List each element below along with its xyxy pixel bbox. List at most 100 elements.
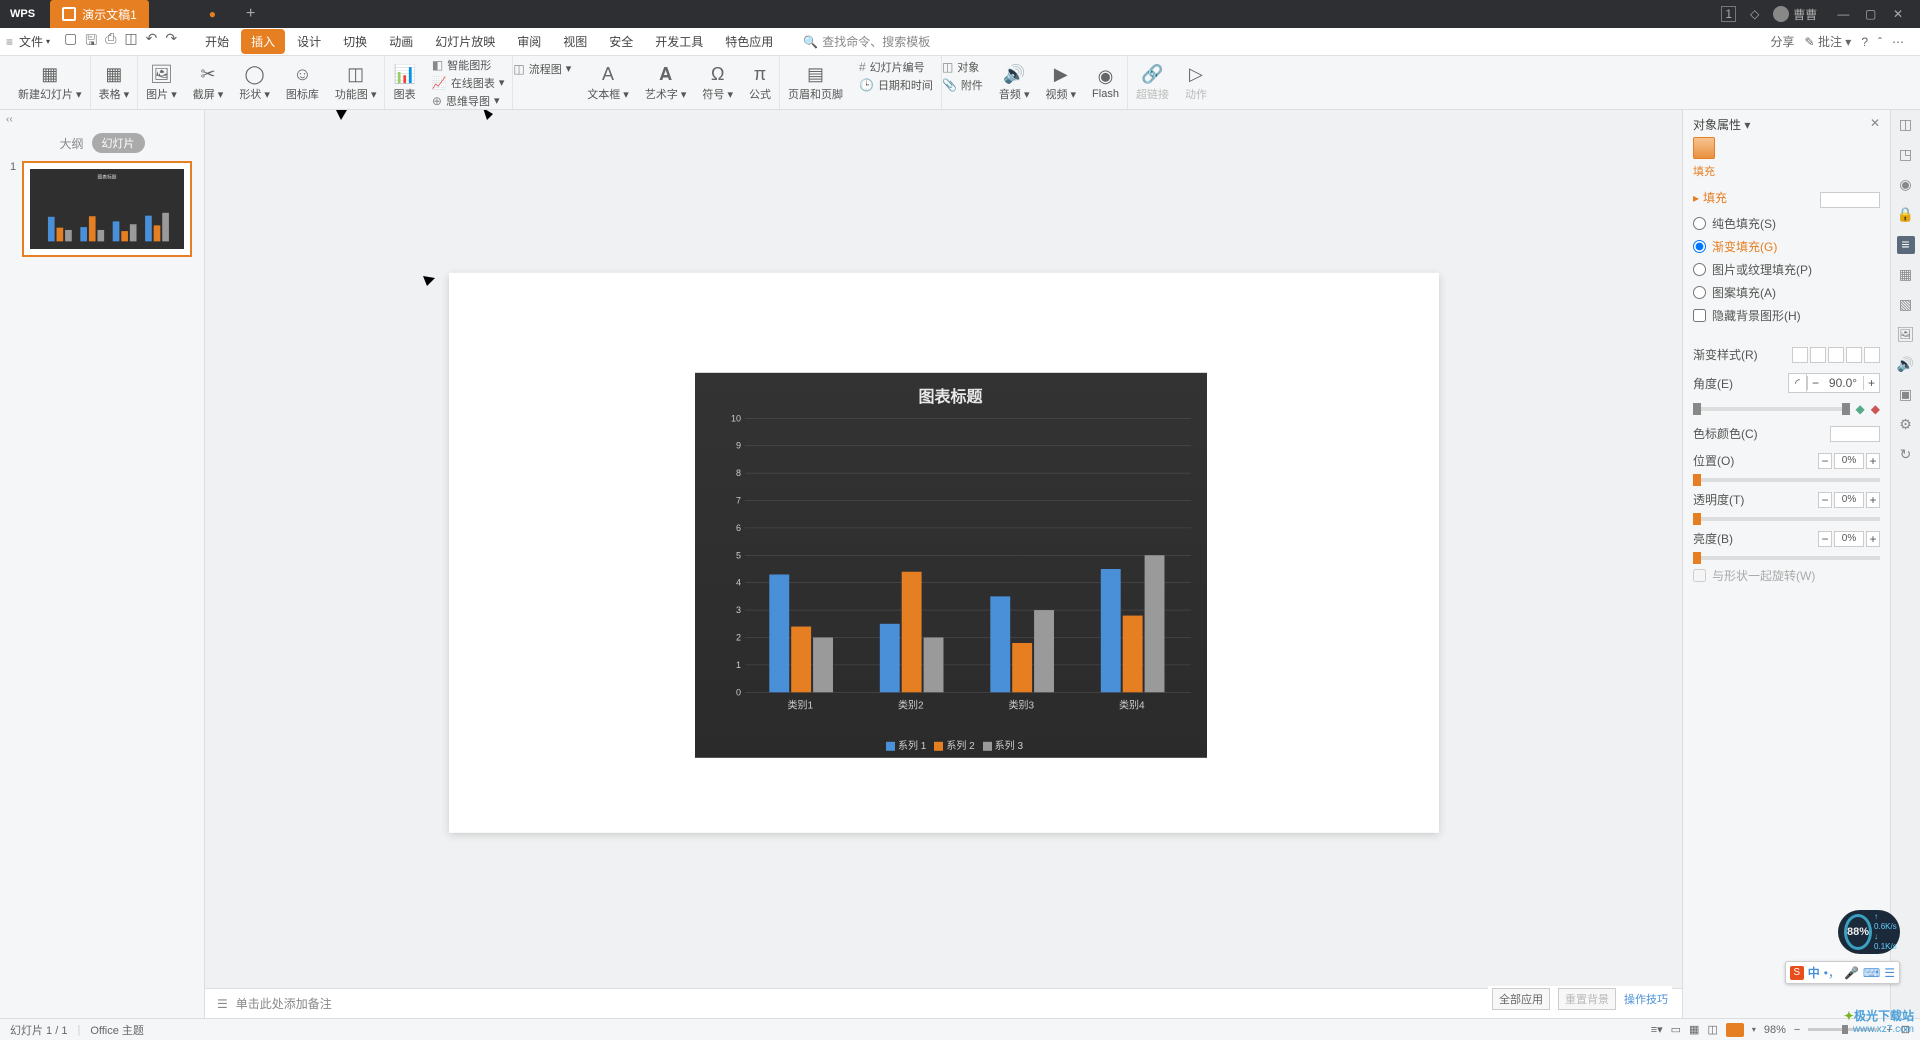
tips-link[interactable]: 操作技巧	[1624, 991, 1668, 1007]
mindmap-button[interactable]: ⊕思维导图 ▾	[432, 93, 500, 109]
solid-fill-radio[interactable]: 纯色填充(S)	[1693, 212, 1880, 235]
zoom-out-button[interactable]: −	[1794, 1024, 1800, 1036]
ime-toolbar[interactable]: S 中 •， 🎤 ⌨ ☰	[1785, 961, 1900, 984]
video-button[interactable]: ▶视频 ▾	[1037, 56, 1084, 109]
gradient-style-buttons[interactable]	[1792, 347, 1880, 363]
view-normal-icon[interactable]: ▭	[1671, 1023, 1681, 1036]
minimize-button[interactable]: —	[1831, 7, 1855, 21]
tab-insert[interactable]: 插入	[241, 29, 285, 54]
position-spinner[interactable]: −0%+	[1818, 453, 1880, 469]
textbox-button[interactable]: A文本框 ▾	[579, 56, 637, 109]
rotate-with-shape-checkbox[interactable]: 与形状一起旋转(W)	[1693, 564, 1880, 587]
reset-bg-button[interactable]: 重置背景	[1558, 988, 1616, 1010]
comment-button[interactable]: ✎ 批注 ▾	[1805, 33, 1852, 50]
side-icon-12[interactable]: ↻	[1897, 446, 1915, 464]
object-button[interactable]: ◫对象	[942, 59, 979, 75]
audio-button[interactable]: 🔊音频 ▾	[991, 56, 1038, 109]
hide-bg-checkbox[interactable]: 隐藏背景图形(H)	[1693, 304, 1880, 327]
tab-slideshow[interactable]: 幻灯片放映	[425, 29, 505, 54]
icon-lib-button[interactable]: ☺图标库	[278, 56, 327, 109]
apply-all-button[interactable]: 全部应用	[1492, 988, 1550, 1010]
props-close-button[interactable]: ✕	[1870, 116, 1880, 130]
notes-bar[interactable]: ☰ 单击此处添加备注	[205, 988, 1682, 1018]
chart-object[interactable]: 图表标题 012345678910类别1类别2类别3类别4 系列 1系列 2系列…	[695, 373, 1207, 758]
formula-button[interactable]: π公式	[741, 56, 780, 109]
wordart-button[interactable]: 𝐀艺术字 ▾	[637, 56, 695, 109]
position-slider[interactable]	[1693, 478, 1880, 482]
redo-icon[interactable]: ↷	[165, 30, 177, 54]
side-icon-5[interactable]: ≡	[1897, 236, 1915, 254]
close-button[interactable]: ✕	[1886, 7, 1910, 21]
brightness-slider[interactable]	[1693, 556, 1880, 560]
side-icon-10[interactable]: ▣	[1897, 386, 1915, 404]
online-chart-button[interactable]: 📈在线图表 ▾	[432, 75, 504, 91]
gradient-fill-radio[interactable]: 渐变填充(G)	[1693, 235, 1880, 258]
picture-button[interactable]: 🖼图片 ▾	[138, 56, 185, 109]
flash-button[interactable]: ◉Flash	[1084, 56, 1128, 109]
side-icon-2[interactable]: ◳	[1897, 146, 1915, 164]
shape-button[interactable]: ◯形状 ▾	[231, 56, 278, 109]
tab-features[interactable]: 特色应用	[715, 29, 783, 54]
slide-thumbnail[interactable]: 图表标题	[22, 161, 192, 257]
user-avatar-icon[interactable]: 曹曹	[1773, 6, 1817, 23]
maximize-button[interactable]: ▢	[1859, 7, 1883, 21]
brightness-spinner[interactable]: −0%+	[1818, 531, 1880, 547]
slideshow-play-button[interactable]	[1726, 1023, 1744, 1037]
view-sorter-icon[interactable]: ▦	[1689, 1023, 1699, 1036]
hamburger-icon[interactable]: ≡	[6, 35, 13, 49]
undo-icon[interactable]: ↶	[146, 30, 158, 54]
ime-keyboard-icon[interactable]: ⌨	[1863, 966, 1880, 980]
canvas-area[interactable]: 图表标题 012345678910类别1类别2类别3类别4 系列 1系列 2系列…	[205, 110, 1682, 1018]
notes-view-icon[interactable]: ≡▾	[1651, 1023, 1663, 1036]
side-icon-4[interactable]: 🔒	[1897, 206, 1915, 224]
side-icon-9[interactable]: 🔊	[1897, 356, 1915, 374]
print-preview-icon[interactable]: ◫	[124, 30, 137, 54]
remove-stop-icon[interactable]: ◆	[1871, 402, 1880, 416]
tab-review[interactable]: 审阅	[507, 29, 551, 54]
gradient-stops-slider[interactable]: ◆ ◆	[1693, 398, 1880, 420]
tab-view[interactable]: 视图	[553, 29, 597, 54]
network-speed-widget[interactable]: 88% ↑ 0.6K/s↓ 0.1K/s	[1838, 910, 1900, 954]
save-icon[interactable]: 🖫	[85, 30, 97, 54]
side-icon-1[interactable]: ◫	[1897, 116, 1915, 134]
tab-security[interactable]: 安全	[599, 29, 643, 54]
table-button[interactable]: ▦表格 ▾	[91, 56, 139, 109]
smart-graphic-button[interactable]: ◧智能图形	[432, 57, 491, 73]
tab-start[interactable]: 开始	[195, 29, 239, 54]
symbol-button[interactable]: Ω符号 ▾	[694, 56, 741, 109]
view-reading-icon[interactable]: ◫	[1707, 1023, 1717, 1036]
ime-lang[interactable]: 中	[1808, 964, 1820, 981]
add-stop-icon[interactable]: ◆	[1856, 402, 1865, 416]
collapse-panel-icon[interactable]: ‹‹	[0, 110, 204, 129]
print-icon[interactable]: ⎙	[105, 30, 116, 54]
skin-icon[interactable]: ◇	[1750, 7, 1759, 21]
side-icon-6[interactable]: ▦	[1897, 266, 1915, 284]
tab-devtools[interactable]: 开发工具	[645, 29, 713, 54]
fill-tab-icon[interactable]	[1693, 137, 1715, 159]
transparency-spinner[interactable]: −0%+	[1818, 492, 1880, 508]
ime-mic-icon[interactable]: 🎤	[1844, 966, 1859, 980]
slide-canvas[interactable]: 图表标题 012345678910类别1类别2类别3类别4 系列 1系列 2系列…	[449, 273, 1439, 833]
slides-view-tab[interactable]: 幻灯片	[92, 133, 145, 153]
tab-design[interactable]: 设计	[287, 29, 331, 54]
new-slide-button[interactable]: ▦新建幻灯片 ▾	[10, 56, 91, 109]
help-icon[interactable]: ?	[1861, 35, 1868, 49]
side-icon-7[interactable]: ▧	[1897, 296, 1915, 314]
side-icon-11[interactable]: ⚙	[1897, 416, 1915, 434]
transparency-slider[interactable]	[1693, 517, 1880, 521]
angle-spinner[interactable]: ◜−90.0°+	[1788, 373, 1880, 393]
slide-number-button[interactable]: #幻灯片编号	[859, 59, 925, 75]
tab-animation[interactable]: 动画	[379, 29, 423, 54]
flowchart-button[interactable]: ◫流程图 ▾	[513, 61, 571, 77]
more-icon[interactable]: ⋯	[1892, 35, 1904, 49]
date-time-button[interactable]: 🕒日期和时间	[859, 77, 933, 93]
command-search[interactable]: 🔍 查找命令、搜索模板	[803, 33, 930, 50]
side-icon-3[interactable]: ◉	[1897, 176, 1915, 194]
collapse-ribbon-icon[interactable]: ˆ	[1878, 35, 1882, 49]
screenshot-button[interactable]: ✂截屏 ▾	[185, 56, 232, 109]
fill-preset-dropdown[interactable]	[1820, 192, 1880, 208]
new-tab-button[interactable]: +	[246, 5, 255, 23]
open-icon[interactable]: ▢	[64, 30, 77, 54]
share-button[interactable]: 分享	[1771, 33, 1795, 50]
chart-button[interactable]: 📊图表	[385, 56, 423, 109]
